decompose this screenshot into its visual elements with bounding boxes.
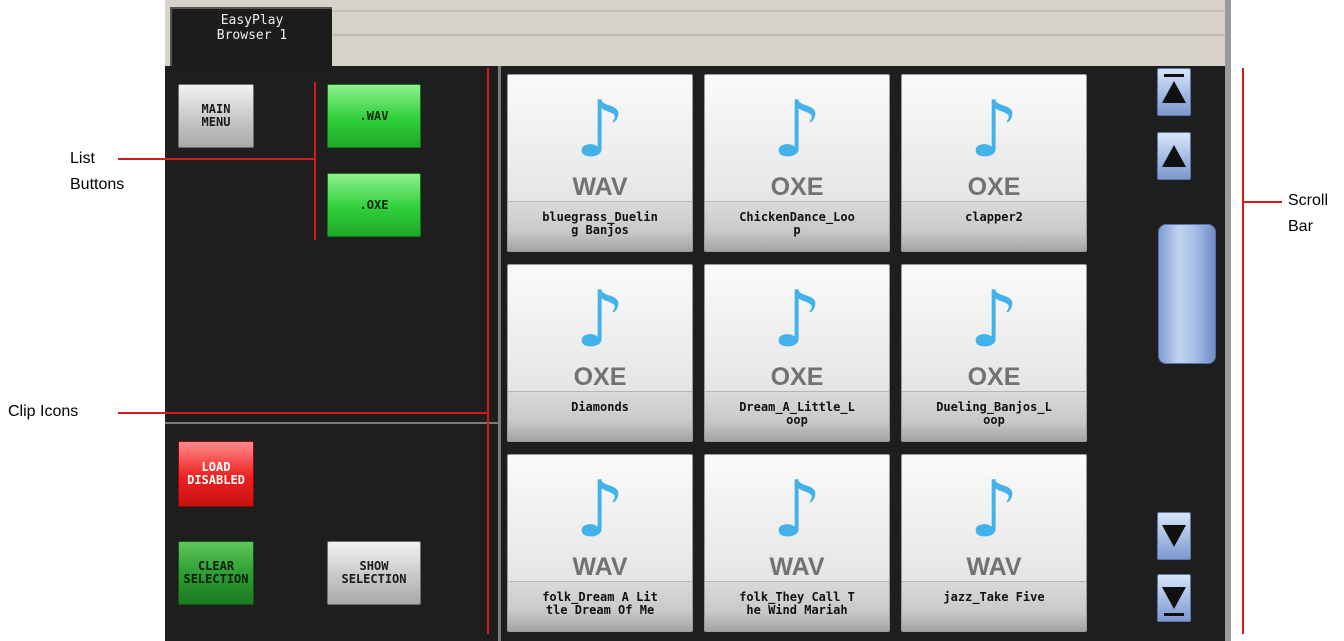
clip-format: OXE <box>770 363 824 391</box>
music-note-icon: ♪ <box>575 275 625 365</box>
scroll-bottom-bar-icon <box>1164 613 1184 616</box>
arrow-up-icon <box>1162 145 1186 167</box>
clip-name-bar: Dream_A_Little_L oop <box>705 391 889 441</box>
music-note-icon: ♪ <box>969 465 1019 555</box>
scroll-down-button[interactable] <box>1157 512 1191 560</box>
clip-name-bar: ChickenDance_Loo p <box>705 201 889 251</box>
scroll-thumb[interactable] <box>1158 224 1216 364</box>
left-panel-divider <box>165 422 498 424</box>
list-button-wav[interactable]: .WAV <box>327 84 421 148</box>
tab-bar: EasyPlay Browser 1 <box>165 0 1231 66</box>
scroll-top-bar-icon <box>1164 74 1184 77</box>
clip-icons-bracket <box>487 68 489 634</box>
main-menu-button[interactable]: MAIN MENU <box>178 84 254 148</box>
show-selection-button[interactable]: SHOW SELECTION <box>327 541 421 605</box>
scroll-bar-bracket <box>1242 68 1244 634</box>
music-note-icon: ♪ <box>772 85 822 175</box>
clip-name-bar: Dueling_Banjos_L oop <box>902 391 1086 441</box>
clip-name-bar: Diamonds <box>508 391 692 441</box>
music-note-icon: ♪ <box>575 465 625 555</box>
list-buttons-leader-line <box>118 158 314 160</box>
clip-name: folk_Dream A Lit tle Dream Of Me <box>542 590 658 617</box>
clip-tile[interactable]: ♪ OXE clapper2 <box>901 74 1087 252</box>
clip-tile[interactable]: ♪ OXE Dream_A_Little_L oop <box>704 264 890 442</box>
clip-tile[interactable]: ♪ OXE Dueling_Banjos_L oop <box>901 264 1087 442</box>
clip-name: Diamonds <box>571 400 629 414</box>
music-note-icon: ♪ <box>969 275 1019 365</box>
tab-bar-strip <box>333 10 1225 62</box>
arrow-down-icon <box>1162 525 1186 547</box>
clip-format: OXE <box>967 173 1021 201</box>
clip-name: clapper2 <box>965 210 1023 224</box>
clip-tile[interactable]: ♪ WAV bluegrass_Duelin g Banjos <box>507 74 693 252</box>
clip-name: jazz_Take Five <box>943 590 1045 604</box>
clip-format: WAV <box>572 553 628 581</box>
clip-tile[interactable]: ♪ OXE Diamonds <box>507 264 693 442</box>
scroll-bar-callout: Scroll Bar <box>1288 192 1329 235</box>
arrow-up-icon <box>1162 81 1186 103</box>
scroll-top-button[interactable] <box>1157 68 1191 116</box>
clip-tile[interactable]: ♪ WAV folk_They Call T he Wind Mariah <box>704 454 890 632</box>
clip-name-bar: bluegrass_Duelin g Banjos <box>508 201 692 251</box>
clip-tile[interactable]: ♪ WAV jazz_Take Five <box>901 454 1087 632</box>
load-disabled-button[interactable]: LOAD DISABLED <box>178 441 254 507</box>
clip-icons-leader-line <box>118 412 488 414</box>
clip-name-bar: clapper2 <box>902 201 1086 251</box>
panel-divider <box>498 66 501 641</box>
clip-name-bar: folk_They Call T he Wind Mariah <box>705 581 889 631</box>
clip-name: Dream_A_Little_L oop <box>739 400 855 427</box>
clear-selection-button[interactable]: CLEAR SELECTION <box>178 541 254 605</box>
music-note-icon: ♪ <box>772 465 822 555</box>
music-note-icon: ♪ <box>969 85 1019 175</box>
clip-format: WAV <box>769 553 825 581</box>
clip-name: folk_They Call T he Wind Mariah <box>739 590 855 617</box>
clip-tile[interactable]: ♪ WAV folk_Dream A Lit tle Dream Of Me <box>507 454 693 632</box>
music-note-icon: ♪ <box>772 275 822 365</box>
clip-name-bar: folk_Dream A Lit tle Dream Of Me <box>508 581 692 631</box>
tab-easyplay-browser-1[interactable]: EasyPlay Browser 1 <box>170 7 332 66</box>
clip-format: OXE <box>770 173 824 201</box>
clip-name: Dueling_Banjos_L oop <box>936 400 1052 427</box>
music-note-icon: ♪ <box>575 85 625 175</box>
list-buttons-callout: List Buttons <box>70 150 125 193</box>
clip-format: OXE <box>967 363 1021 391</box>
scroll-bottom-button[interactable] <box>1157 574 1191 622</box>
list-buttons-bracket <box>314 82 316 240</box>
clip-name: bluegrass_Duelin g Banjos <box>542 210 658 237</box>
clip-name: ChickenDance_Loo p <box>739 210 855 237</box>
window-frame-right <box>1225 0 1231 641</box>
clip-name-bar: jazz_Take Five <box>902 581 1086 631</box>
easyplay-window: EasyPlay Browser 1 MAIN MENU .WAV .OXE L… <box>165 0 1231 641</box>
clip-format: WAV <box>572 173 628 201</box>
arrow-down-icon <box>1162 587 1186 609</box>
scroll-up-button[interactable] <box>1157 132 1191 180</box>
list-button-oxe[interactable]: .OXE <box>327 173 421 237</box>
clip-tile[interactable]: ♪ OXE ChickenDance_Loo p <box>704 74 890 252</box>
clip-icons-callout: Clip Icons <box>8 403 79 420</box>
clip-format: WAV <box>966 553 1022 581</box>
clip-format: OXE <box>573 363 627 391</box>
scroll-bar-leader-line <box>1243 201 1282 203</box>
